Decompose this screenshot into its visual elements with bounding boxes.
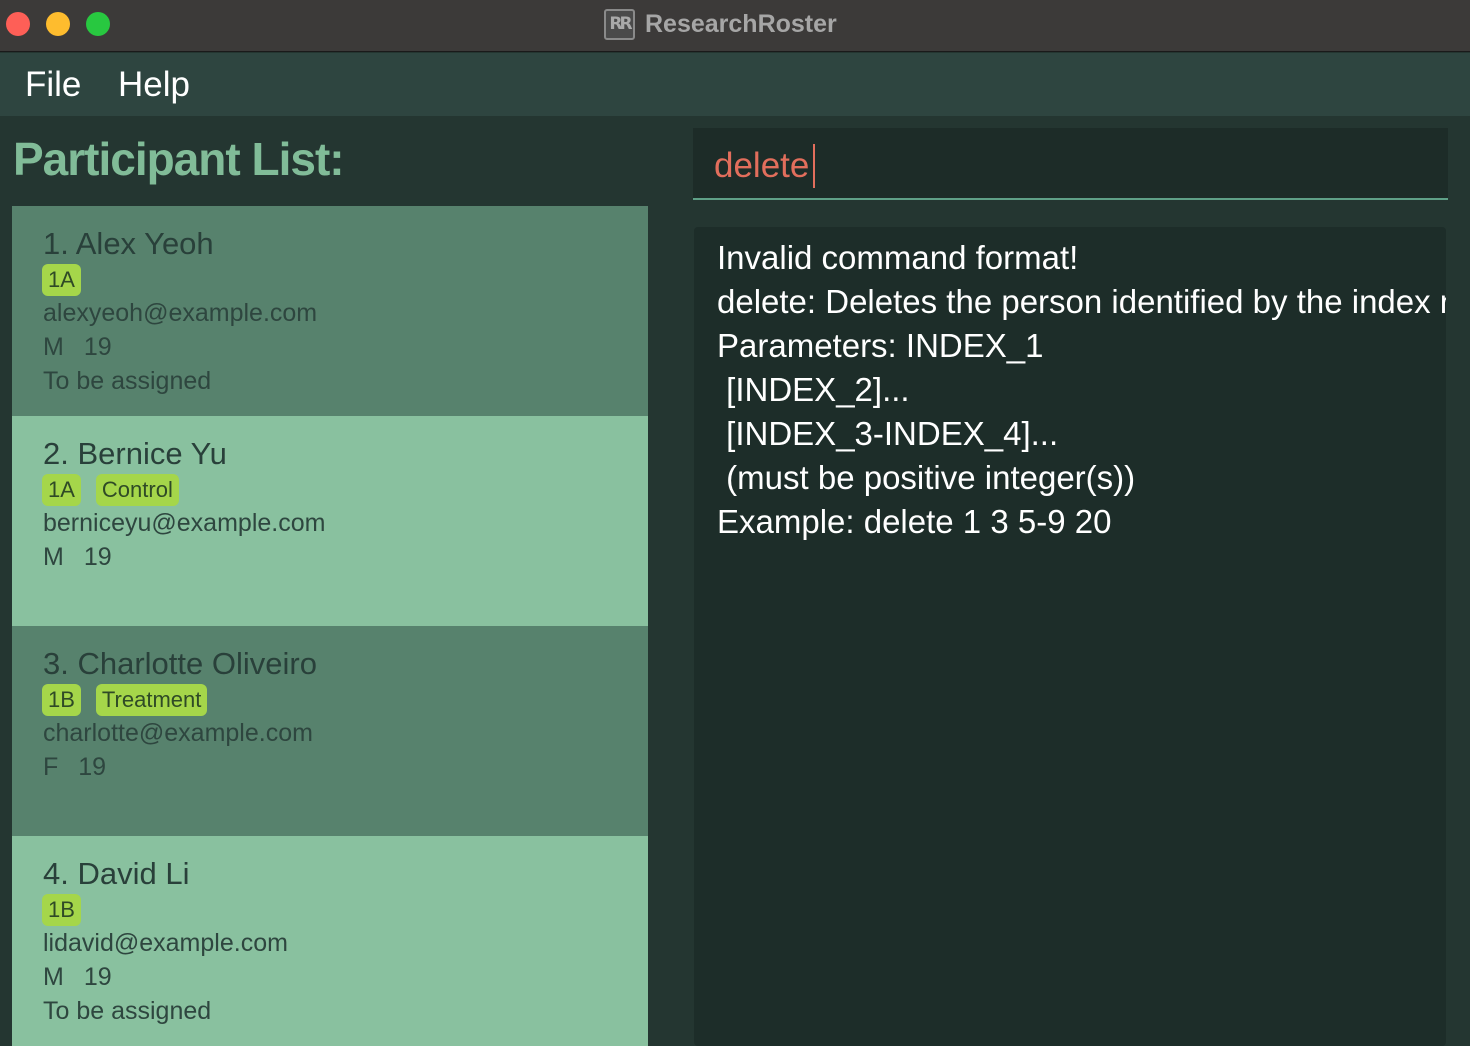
participant-demographics: M 19 [43, 963, 112, 992]
menu-bar: File Help [0, 53, 1470, 116]
result-line: (must be positive integer(s)) [717, 459, 1136, 496]
app-logo-icon: RR [604, 8, 635, 40]
app-window: RR ResearchRoster File Help Participant … [0, 0, 1470, 1046]
participant-tag: 1A [42, 474, 81, 506]
participant-gender: M [43, 963, 64, 991]
participant-name: 2. Bernice Yu [43, 436, 227, 471]
participant-tag: Control [95, 474, 179, 506]
participant-email: alexyeoh@example.com [43, 299, 318, 327]
result-line: Parameters: INDEX_1 [717, 327, 1044, 364]
participant-tag: 1A [42, 264, 81, 296]
participant-list[interactable]: 1. Alex Yeoh 1A alexyeoh@example.com M 1… [12, 206, 648, 1046]
participant-tag: 1B [42, 684, 81, 716]
minimize-window-button[interactable] [46, 12, 70, 36]
participant-card[interactable]: 4. David Li 1B lidavid@example.com M 19 … [12, 836, 648, 1046]
result-line: [INDEX_2]... [717, 371, 910, 408]
result-line: [INDEX_3-INDEX_4]... [717, 415, 1059, 452]
result-display[interactable]: Invalid command format! delete: Deletes … [694, 227, 1446, 1046]
participant-status: To be assigned [43, 367, 212, 395]
participant-age: 19 [83, 963, 112, 991]
participant-list-title: Participant List: [13, 133, 345, 185]
text-caret [813, 144, 816, 188]
participant-age: 19 [78, 753, 107, 781]
participant-email: berniceyu@example.com [43, 509, 326, 537]
participant-age: 19 [83, 543, 112, 571]
participant-tag: 1B [42, 894, 81, 926]
participant-gender: F [43, 753, 59, 781]
result-line: Example: delete 1 3 5-9 20 [717, 503, 1112, 540]
participant-demographics: M 19 [43, 333, 112, 362]
participant-gender: M [43, 543, 64, 571]
participant-status: To be assigned [43, 997, 212, 1025]
window-title-group: RR ResearchRoster [604, 8, 837, 40]
participant-name: 1. Alex Yeoh [43, 226, 214, 261]
participant-tag: Treatment [95, 684, 208, 716]
result-line: Invalid command format! [717, 239, 1079, 276]
window-title: ResearchRoster [645, 9, 837, 38]
participant-age: 19 [83, 333, 112, 361]
participant-tags: 1B Treatment [42, 684, 208, 716]
zoom-window-button[interactable] [86, 12, 110, 36]
participant-tags: 1A [42, 264, 81, 296]
participant-card[interactable]: 3. Charlotte Oliveiro 1B Treatment charl… [12, 626, 648, 836]
participant-tags: 1A Control [42, 474, 179, 506]
participant-email: charlotte@example.com [43, 719, 313, 747]
participant-gender: M [43, 333, 64, 361]
participant-card[interactable]: 2. Bernice Yu 1A Control berniceyu@examp… [12, 416, 648, 626]
command-input-value: delete [714, 146, 810, 185]
participant-email: lidavid@example.com [43, 929, 288, 957]
menu-file[interactable]: File [25, 65, 81, 105]
participant-demographics: F 19 [43, 753, 106, 782]
participant-card[interactable]: 1. Alex Yeoh 1A alexyeoh@example.com M 1… [12, 206, 648, 416]
result-line: delete: Deletes the person identified by… [717, 283, 1446, 320]
participant-demographics: M 19 [43, 543, 112, 572]
command-input[interactable]: delete [693, 128, 1448, 200]
participant-name: 3. Charlotte Oliveiro [43, 646, 317, 681]
participant-tags: 1B [42, 894, 81, 926]
title-bar: RR ResearchRoster [0, 0, 1470, 52]
participant-name: 4. David Li [43, 856, 190, 891]
close-window-button[interactable] [6, 12, 30, 36]
command-input-value-wrap: delete [714, 144, 816, 188]
menu-help[interactable]: Help [118, 65, 190, 105]
